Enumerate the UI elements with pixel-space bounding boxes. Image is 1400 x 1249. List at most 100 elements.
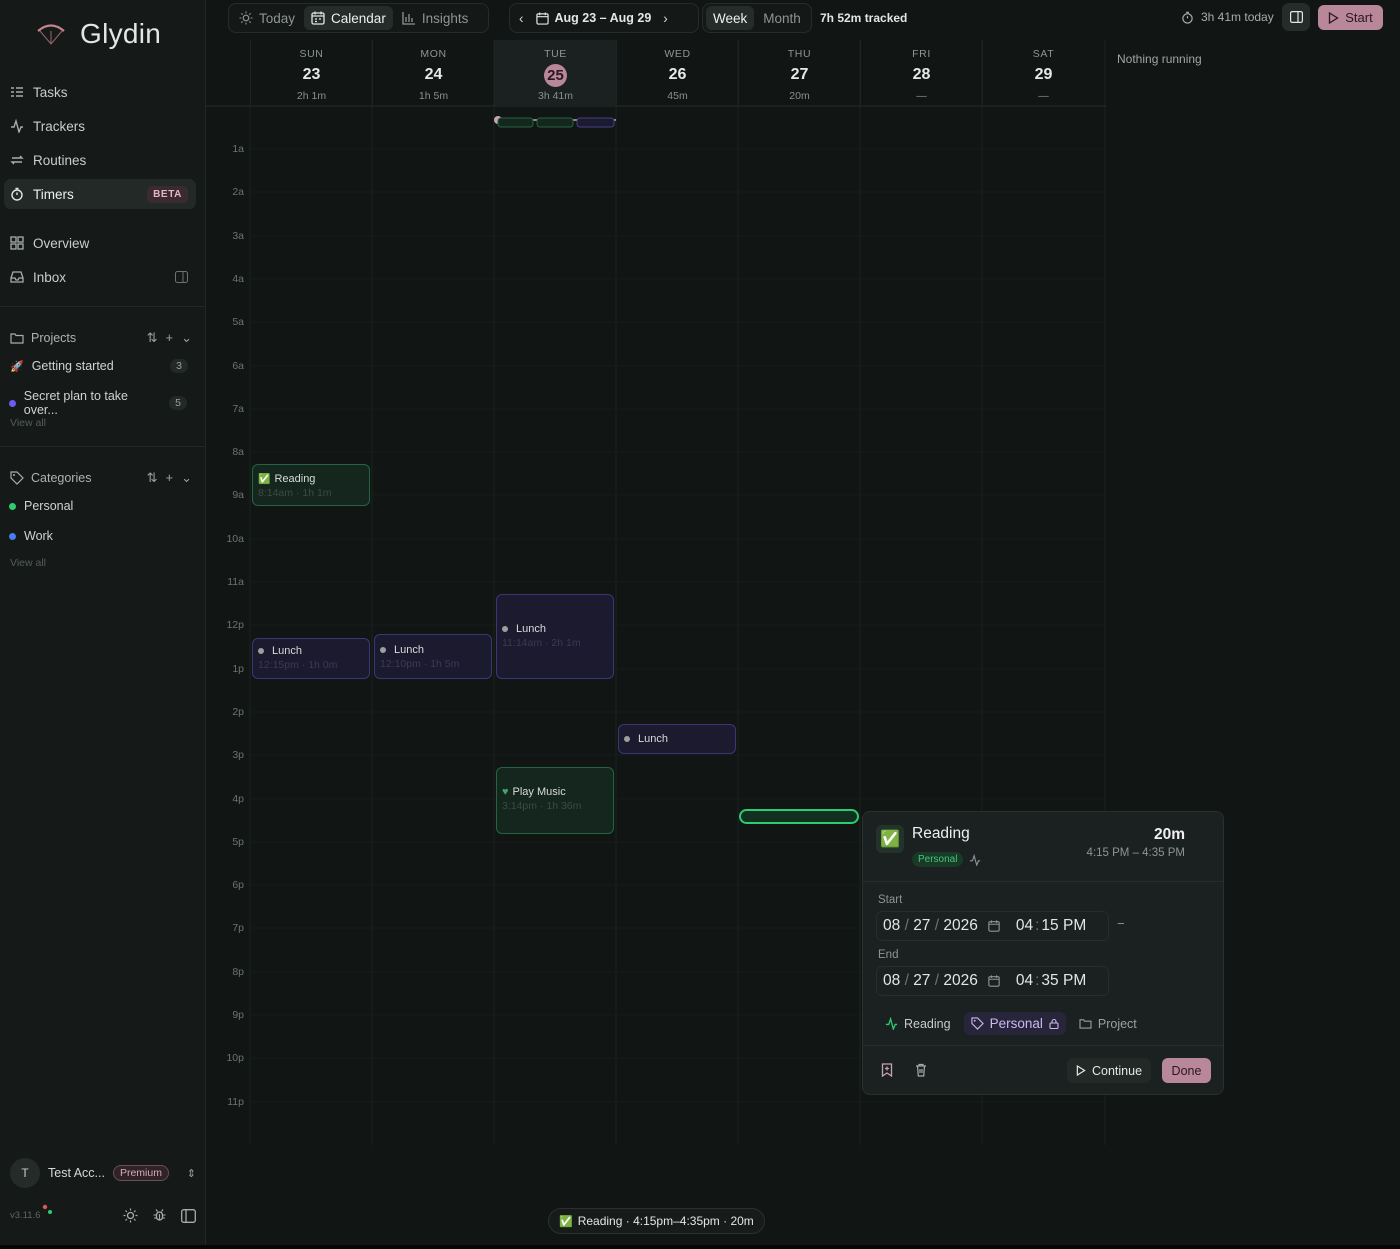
day-header-wed[interactable]: WED 26 45m — [616, 40, 738, 106]
section-title: Projects — [31, 331, 77, 345]
sort-icon[interactable]: ⇅ — [147, 470, 158, 486]
start-minute[interactable]: 15 — [1041, 917, 1058, 934]
day-total: 2h 1m — [296, 90, 327, 102]
done-button[interactable]: Done — [1162, 1058, 1211, 1083]
project-getting-started[interactable]: 🚀 Getting started 3 — [10, 359, 188, 373]
event-lunch-mon[interactable]: Lunch 12:10pm · 1h 5m — [374, 634, 492, 679]
theme-toggle-icon[interactable] — [123, 1208, 138, 1223]
popover-actions: Continue Done — [863, 1058, 1223, 1088]
category-chip[interactable]: Personal — [963, 1012, 1066, 1035]
account-switcher[interactable]: T Test Acc... Premium ⇕ — [10, 1158, 196, 1188]
day-header-thu[interactable]: THU 27 20m — [738, 40, 860, 106]
event-title: Reading — [274, 473, 316, 485]
nav-routines[interactable]: Routines — [4, 145, 196, 175]
end-month[interactable]: 08 — [883, 972, 900, 989]
chevron-down-icon[interactable]: ⌄ — [181, 330, 192, 346]
day-header-fri[interactable]: FRI 28 — — [860, 40, 982, 106]
minus-icon[interactable]: − — [1117, 916, 1125, 931]
event-reading-sun[interactable]: ✅ Reading 8:14am · 1h 1m — [252, 464, 370, 506]
day-header-mon[interactable]: MON 24 1h 5m — [372, 40, 494, 106]
end-minute[interactable]: 35 — [1041, 972, 1058, 989]
categories-view-all[interactable]: View all — [10, 557, 46, 569]
projects-view-all[interactable]: View all — [10, 417, 46, 429]
add-project-icon[interactable]: + — [166, 330, 174, 346]
continue-button[interactable]: Continue — [1067, 1058, 1152, 1083]
day-header-sun[interactable]: SUN 23 2h 1m — [250, 40, 372, 106]
view-week[interactable]: Week — [706, 6, 755, 30]
sidebar-panel-icon[interactable] — [175, 271, 188, 283]
start-hour[interactable]: 04 — [1016, 917, 1033, 934]
calendar-icon[interactable] — [988, 975, 1000, 987]
tracker-chip[interactable]: Reading — [878, 1013, 958, 1035]
calendar-icon[interactable] — [988, 920, 1000, 932]
calendar-icon — [311, 11, 325, 25]
activity-icon — [10, 119, 24, 133]
tab-calendar[interactable]: Calendar — [304, 6, 393, 30]
nav-tasks[interactable]: Tasks — [4, 77, 196, 107]
start-datetime-input[interactable]: 08 / 27 / 2026 04:15 PM — [876, 911, 1109, 941]
category-work[interactable]: Work — [9, 529, 187, 543]
window-bottom-edge — [0, 1245, 1400, 1249]
entry-chips: Reading Personal Project — [878, 1012, 1144, 1035]
tab-insights[interactable]: Insights — [395, 6, 476, 30]
day-number: 26 — [668, 66, 687, 83]
bookmark-icon[interactable] — [881, 1063, 893, 1077]
start-day[interactable]: 27 — [913, 917, 930, 934]
nav-inbox[interactable]: Inbox — [4, 262, 196, 292]
day-header-sat[interactable]: SAT 29 — — [982, 40, 1104, 106]
app-logo[interactable]: Glydin — [36, 18, 161, 50]
category-personal[interactable]: Personal — [9, 499, 187, 513]
entry-title[interactable]: Reading — [912, 825, 970, 843]
start-month[interactable]: 08 — [883, 917, 900, 934]
day-total: 20m — [789, 90, 810, 102]
prev-week-button[interactable]: ‹ — [513, 6, 530, 30]
layout-icon[interactable] — [181, 1208, 196, 1223]
event-lunch-tue[interactable]: Lunch 11:14am · 2h 1m — [496, 594, 614, 679]
activity-icon — [969, 853, 981, 866]
toggle-panel-button[interactable] — [1282, 3, 1310, 31]
running-entry-toast[interactable]: ✅ Reading · 4:15pm–4:35pm · 20m — [548, 1208, 765, 1234]
sort-icon[interactable]: ⇅ — [147, 330, 158, 346]
category-label: Work — [24, 529, 53, 543]
next-week-button[interactable]: › — [657, 6, 674, 30]
trash-icon[interactable] — [915, 1063, 927, 1077]
project-count: 5 — [169, 396, 187, 410]
start-year[interactable]: 2026 — [943, 917, 977, 934]
check-icon: ✅ — [258, 473, 271, 485]
date-range-nav: ‹ Aug 23 – Aug 29 › — [509, 3, 699, 33]
nav-overview[interactable]: Overview — [4, 228, 196, 258]
project-secret-plan[interactable]: Secret plan to take over... 5 — [9, 389, 187, 417]
start-timer-button[interactable]: Start — [1318, 5, 1383, 30]
start-ampm[interactable]: PM — [1063, 917, 1086, 934]
day-header-tue[interactable]: TUE 25 3h 41m — [494, 40, 616, 106]
end-datetime-input[interactable]: 08 / 27 / 2026 04:35 PM — [876, 966, 1109, 996]
event-lunch-sun[interactable]: Lunch 12:15pm · 1h 0m — [252, 638, 370, 679]
hour-label: 9p — [232, 1009, 244, 1021]
tab-label: Calendar — [331, 10, 386, 26]
view-month[interactable]: Month — [756, 6, 808, 30]
hour-label: 1a — [232, 143, 244, 155]
hour-label: 12p — [226, 619, 244, 631]
end-day[interactable]: 27 — [913, 972, 930, 989]
event-reading-thu-selected[interactable] — [739, 809, 859, 824]
nav-timers[interactable]: Timers BETA — [4, 179, 196, 209]
event-time: 8:14am · 1h 1m — [258, 487, 332, 499]
event-time: 3:14pm · 1h 36m — [502, 800, 582, 812]
project-chip[interactable]: Project — [1072, 1013, 1144, 1035]
bug-icon[interactable] — [152, 1208, 167, 1223]
end-year[interactable]: 2026 — [943, 972, 977, 989]
project-chip-label: Project — [1097, 1016, 1137, 1031]
category-pill[interactable]: Personal — [912, 852, 964, 867]
event-play-music-tue[interactable]: ♥ Play Music 3:14pm · 1h 36m — [496, 767, 614, 834]
event-lunch-wed[interactable]: Lunch — [618, 724, 736, 754]
add-category-icon[interactable]: + — [166, 470, 174, 486]
day-name: SUN — [299, 48, 324, 60]
tab-today[interactable]: Today — [232, 6, 302, 30]
end-hour[interactable]: 04 — [1016, 972, 1033, 989]
nav-label: Inbox — [33, 269, 67, 285]
nav-trackers[interactable]: Trackers — [4, 111, 196, 141]
end-ampm[interactable]: PM — [1063, 972, 1086, 989]
date-range-picker[interactable]: Aug 23 – Aug 29 — [532, 6, 656, 30]
day-name: FRI — [912, 48, 931, 60]
chevron-down-icon[interactable]: ⌄ — [181, 470, 192, 486]
